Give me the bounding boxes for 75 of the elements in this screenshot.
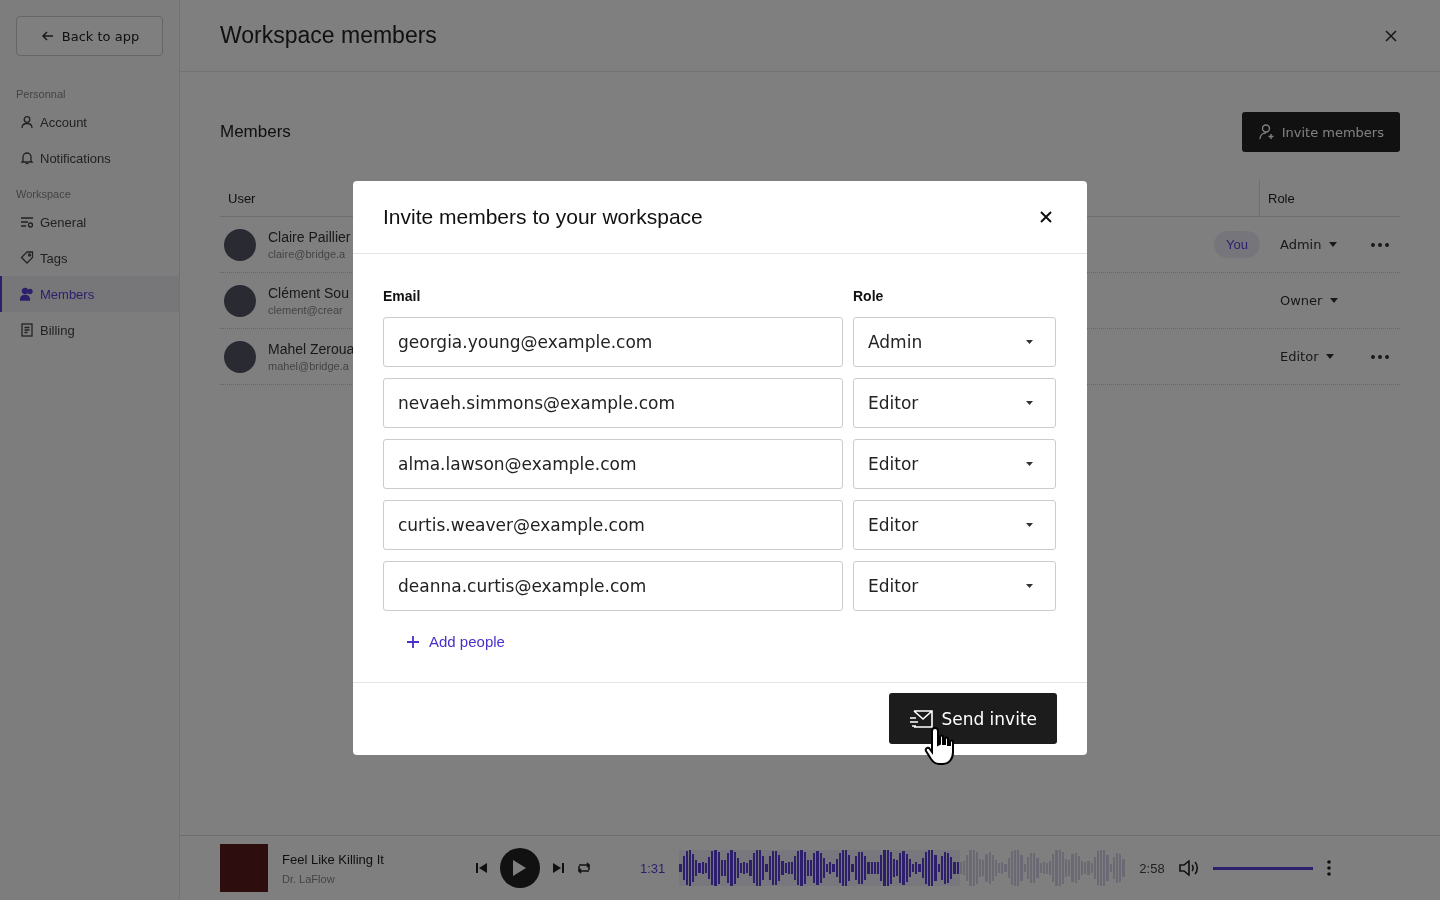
close-icon[interactable] [1040, 211, 1052, 223]
role-select[interactable]: Editor [853, 561, 1056, 611]
document-icon [20, 323, 34, 337]
caret-icon [1326, 354, 1335, 359]
avatar [224, 228, 256, 261]
email-field[interactable]: deanna.curtis@example.com [383, 561, 843, 611]
envelope-icon [909, 709, 934, 728]
bell-icon [20, 151, 34, 165]
role-select[interactable]: Editor [853, 500, 1056, 550]
member-email: clement@crear [268, 304, 343, 316]
caret-icon [1026, 462, 1033, 466]
nav-item[interactable]: Billing [0, 312, 179, 348]
person-icon [20, 115, 34, 129]
role-dropdown[interactable]: Editor [1280, 349, 1360, 364]
role-dropdown[interactable]: Admin [1280, 237, 1360, 252]
volume-slider[interactable] [1212, 866, 1313, 870]
album-art-placeholder [220, 844, 268, 892]
you-badge: You [1214, 231, 1260, 258]
tag-icon [20, 251, 34, 265]
avatar [224, 340, 256, 373]
role-select[interactable]: Admin [853, 317, 1056, 367]
role-select[interactable]: Editor [853, 439, 1056, 489]
member-name: Clément Sou [268, 285, 349, 301]
column-header: User [227, 190, 257, 206]
duration-time: 2:58 [1139, 860, 1165, 876]
dialog-title: Invite members to your workspace [383, 205, 703, 229]
email-field[interactable]: nevaeh.simmons@example.com [383, 378, 843, 428]
repeat-icon[interactable] [576, 861, 592, 875]
caret-icon [1026, 523, 1033, 527]
play-icon [512, 860, 526, 876]
plus-icon [407, 635, 419, 648]
section-heading: Workspace [15, 188, 72, 200]
track-artist: Dr. LaFlow [282, 872, 336, 885]
column-header: Role [1259, 180, 1400, 216]
send-invite-button[interactable]: Send invite [889, 693, 1057, 744]
member-name: Mahel Zeroua [268, 341, 355, 357]
next-icon[interactable] [552, 862, 564, 874]
avatar [224, 284, 256, 317]
add-people-link[interactable]: Add people [407, 633, 505, 650]
invite-members-button[interactable]: Invite members [1241, 112, 1400, 152]
role-dropdown[interactable]: Owner [1280, 293, 1360, 308]
email-label: Email [383, 288, 422, 304]
member-email: claire@bridge.a [268, 248, 346, 260]
elapsed-time: 1:31 [640, 860, 666, 876]
sliders-icon [20, 215, 34, 229]
caret-icon [1026, 584, 1033, 588]
back-button[interactable]: Back to app [16, 16, 163, 56]
page-title: Workspace members [220, 22, 437, 49]
more-icon[interactable] [1371, 242, 1389, 247]
play-button[interactable] [500, 848, 540, 888]
section-title: Members [220, 122, 291, 142]
nav-item[interactable]: Notifications [0, 140, 179, 176]
caret-icon [1026, 401, 1033, 405]
more-vertical-icon[interactable] [1326, 860, 1331, 876]
nav-item[interactable]: Tags [0, 240, 179, 276]
caret-icon [1330, 298, 1339, 303]
add-person-icon [1257, 123, 1276, 141]
role-label: Role [853, 288, 885, 304]
volume-icon[interactable] [1178, 860, 1199, 876]
email-field[interactable]: curtis.weaver@example.com [383, 500, 843, 550]
caret-icon [1329, 242, 1338, 247]
member-name: Claire Paillier [268, 229, 351, 245]
section-heading: Personnal [15, 88, 67, 100]
caret-icon [1026, 340, 1033, 344]
people-icon [20, 287, 34, 301]
previous-icon[interactable] [476, 862, 488, 874]
waveform-drawing[interactable] [679, 850, 1126, 886]
role-select[interactable]: Editor [853, 378, 1056, 428]
more-icon[interactable] [1371, 354, 1389, 359]
nav-item[interactable]: General [0, 204, 179, 240]
email-field[interactable]: alma.lawson@example.com [383, 439, 843, 489]
track-title: Feel Like Killing It [282, 851, 385, 867]
nav-item[interactable]: Account [0, 104, 179, 140]
email-field[interactable]: georgia.young@example.com [383, 317, 843, 367]
member-email: mahel@bridge.a [268, 360, 349, 372]
